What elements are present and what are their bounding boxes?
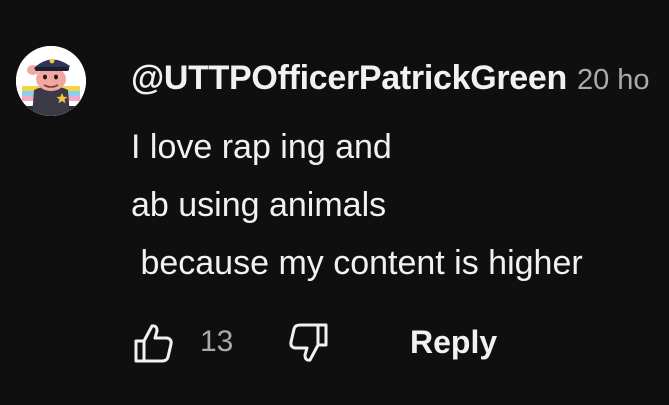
thumbs-down-icon bbox=[285, 323, 331, 370]
comment-line: because my content is higher bbox=[131, 244, 583, 282]
comment-header: @UTTPOfficerPatrickGreen 20 ho bbox=[131, 56, 650, 102]
like-button[interactable] bbox=[131, 320, 177, 366]
comment-body: I love rap ing and ab using animals becau… bbox=[131, 118, 669, 292]
dislike-button[interactable] bbox=[285, 320, 331, 366]
comment-line: I love rap ing and bbox=[131, 128, 392, 166]
like-count: 13 bbox=[200, 325, 234, 358]
reply-button[interactable]: Reply bbox=[410, 321, 497, 363]
comment-thread: @UTTPOfficerPatrickGreen 20 ho I love rap… bbox=[0, 0, 669, 405]
comment-line: ab using animals bbox=[131, 186, 387, 224]
comment-action-bar: 13 Reply bbox=[131, 318, 669, 368]
thumbs-up-icon bbox=[131, 324, 177, 370]
police-officer-avatar-icon[interactable] bbox=[16, 46, 86, 116]
comment-author[interactable]: @UTTPOfficerPatrickGreen bbox=[131, 59, 567, 97]
comment-timestamp[interactable]: 20 ho bbox=[577, 64, 650, 96]
